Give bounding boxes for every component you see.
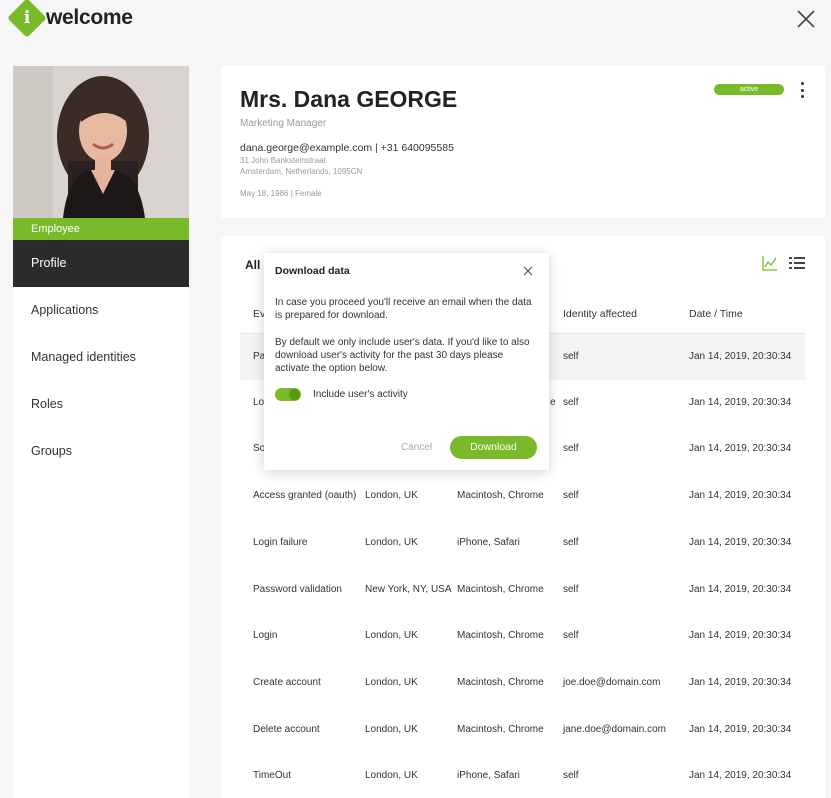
cell-event: Lo xyxy=(253,397,265,408)
cell-datetime: Jan 14, 2019, 20:30:34 xyxy=(689,490,792,501)
download-data-dialog: Download data In case you proceed you'll… xyxy=(264,253,549,470)
profile-address-line1: 31 John Banksteinstraat xyxy=(240,156,326,165)
sidebar-item-profile[interactable]: Profile xyxy=(13,240,189,287)
dialog-info-text: In case you proceed you'll receive an em… xyxy=(275,297,532,321)
cell-location: London, UK xyxy=(365,677,418,688)
app-logo: i welcome xyxy=(7,0,133,38)
table-row[interactable]: TimeOut London, UK iPhone, Safari self J… xyxy=(240,753,805,798)
column-header-identity[interactable]: Identity affected xyxy=(563,308,637,320)
cell-device: iPhone, Safari xyxy=(457,770,520,781)
table-row[interactable]: Create account London, UK Macintosh, Chr… xyxy=(240,660,805,706)
cell-event: Password validation xyxy=(253,584,342,595)
role-label: Employee xyxy=(13,218,189,240)
cell-device: Macintosh, Chrome xyxy=(457,490,544,501)
cell-event: Login failure xyxy=(253,537,308,548)
cell-datetime: Jan 14, 2019, 20:30:34 xyxy=(689,537,792,548)
cell-identity: self xyxy=(563,490,579,501)
chart-view-icon[interactable] xyxy=(762,255,778,271)
cell-event: TimeOut xyxy=(253,770,291,781)
logo-icon: i xyxy=(7,0,47,38)
list-view-icon[interactable] xyxy=(789,257,805,270)
cell-identity: jane.doe@domain.com xyxy=(563,724,666,735)
cell-identity: self xyxy=(563,584,579,595)
cancel-button[interactable]: Cancel xyxy=(401,442,432,453)
cell-datetime: Jan 14, 2019, 20:30:34 xyxy=(689,397,792,408)
table-row[interactable]: Delete account London, UK Macintosh, Chr… xyxy=(240,707,805,753)
table-row[interactable]: Access granted (oauth) London, UK Macint… xyxy=(240,473,805,519)
cell-device: Macintosh, Chrome xyxy=(457,724,544,735)
profile-name: Mrs. Dana GEORGE xyxy=(240,86,458,112)
table-row[interactable]: Password validation New York, NY, USA Ma… xyxy=(240,567,805,613)
sidebar-item-applications[interactable]: Applications xyxy=(13,287,189,334)
dialog-title: Download data xyxy=(275,265,350,277)
profile-card: Mrs. Dana GEORGE Marketing Manager dana.… xyxy=(221,66,825,218)
more-options-icon[interactable] xyxy=(799,82,805,98)
cell-location: London, UK xyxy=(365,490,418,501)
cell-event: Delete account xyxy=(253,724,320,735)
close-icon[interactable] xyxy=(795,8,817,30)
status-badge: active xyxy=(714,84,784,95)
avatar xyxy=(13,66,189,218)
profile-title: Marketing Manager xyxy=(240,118,327,129)
include-activity-toggle[interactable] xyxy=(275,388,301,401)
app-name: welcome xyxy=(46,6,133,29)
column-header-datetime[interactable]: Date / Time xyxy=(689,308,743,320)
cell-datetime: Jan 14, 2019, 20:30:34 xyxy=(689,630,792,641)
cell-device: iPhone, Safari xyxy=(457,537,520,548)
cell-datetime: Jan 14, 2019, 20:30:34 xyxy=(689,443,792,454)
cell-location: London, UK xyxy=(365,724,418,735)
activity-title: All xyxy=(245,258,261,272)
cell-datetime: Jan 14, 2019, 20:30:34 xyxy=(689,677,792,688)
profile-contact: dana.george@example.com | +31 640095585 xyxy=(240,142,454,154)
cell-identity: self xyxy=(563,770,579,781)
cell-event: Login xyxy=(253,630,278,641)
cell-datetime: Jan 14, 2019, 20:30:34 xyxy=(689,351,792,362)
cell-device: Macintosh, Chrome xyxy=(457,584,544,595)
app-window: i welcome Employee Profile Applications xyxy=(0,0,831,798)
cell-identity: self xyxy=(563,443,579,454)
cell-identity: joe.doe@domain.com xyxy=(563,677,661,688)
cell-device: Macintosh, Chrome xyxy=(457,630,544,641)
sidebar-item-managed-identities[interactable]: Managed identities xyxy=(13,334,189,381)
cell-location: London, UK xyxy=(365,770,418,781)
sidebar: Employee Profile Applications Managed id… xyxy=(13,66,189,798)
cell-identity: self xyxy=(563,630,579,641)
cell-identity: self xyxy=(563,351,579,362)
cell-event: Create account xyxy=(253,677,321,688)
cell-datetime: Jan 14, 2019, 20:30:34 xyxy=(689,584,792,595)
cell-datetime: Jan 14, 2019, 20:30:34 xyxy=(689,770,792,781)
table-row[interactable]: Login London, UK Macintosh, Chrome self … xyxy=(240,613,805,659)
cell-location: New York, NY, USA xyxy=(365,584,452,595)
table-row[interactable]: Login failure London, UK iPhone, Safari … xyxy=(240,520,805,566)
sidebar-item-groups[interactable]: Groups xyxy=(13,428,189,475)
download-button[interactable]: Download xyxy=(450,436,537,459)
profile-meta: May 18, 1986 | Female xyxy=(240,189,322,198)
cell-location: London, UK xyxy=(365,537,418,548)
close-icon[interactable] xyxy=(522,265,534,277)
include-activity-label: Include user's activity xyxy=(313,389,408,400)
cell-identity: self xyxy=(563,397,579,408)
cell-device: e xyxy=(550,397,556,408)
cell-event: Access granted (oauth) xyxy=(253,490,357,501)
profile-address-line2: Amsterdam, Netherlands, 1095CN xyxy=(240,167,363,176)
dialog-default-text: By default we only include user's data. … xyxy=(275,337,530,374)
sidebar-item-roles[interactable]: Roles xyxy=(13,381,189,428)
cell-identity: self xyxy=(563,537,579,548)
cell-datetime: Jan 14, 2019, 20:30:34 xyxy=(689,724,792,735)
cell-device: Macintosh, Chrome xyxy=(457,677,544,688)
cell-location: London, UK xyxy=(365,630,418,641)
